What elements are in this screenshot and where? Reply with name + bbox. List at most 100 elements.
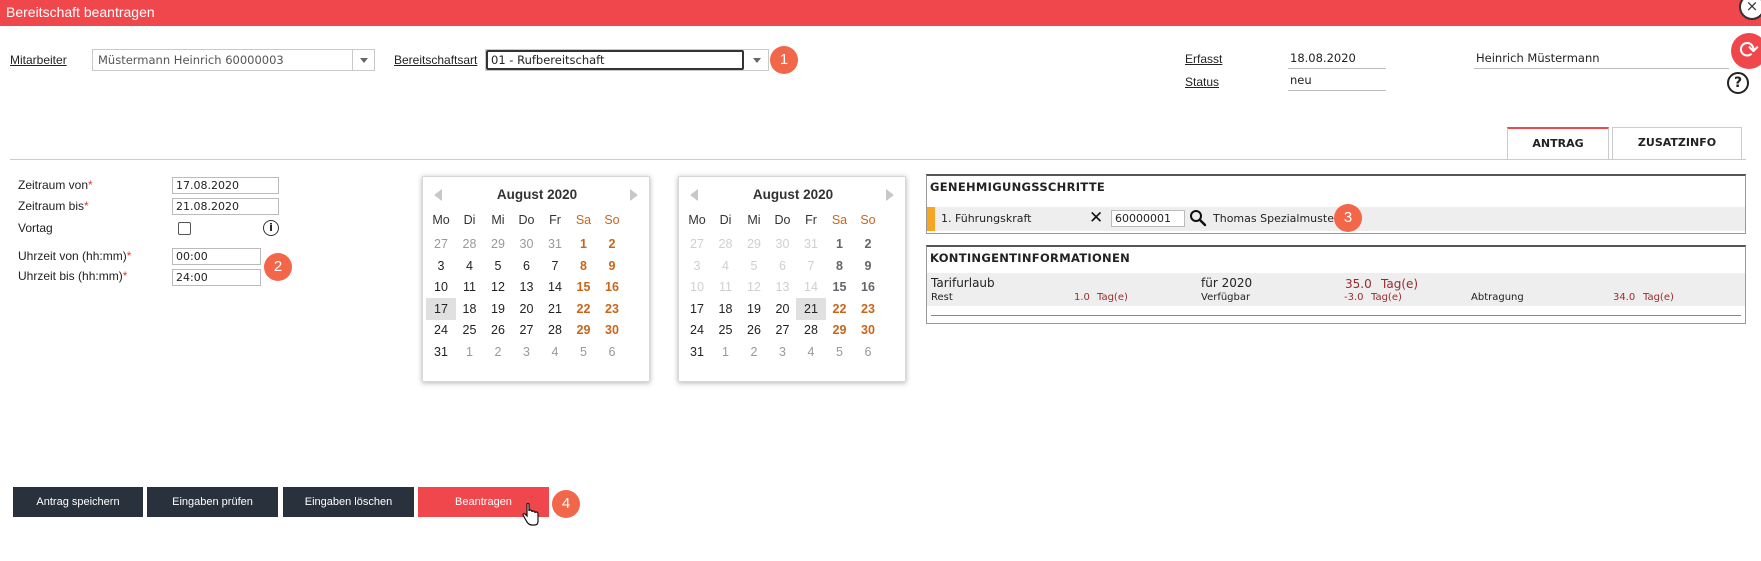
info-icon[interactable]: i <box>263 220 279 236</box>
calendar-day[interactable]: 6 <box>768 255 798 277</box>
clear-button[interactable]: Eingaben löschen <box>283 487 414 517</box>
calendar-day[interactable]: 12 <box>483 276 513 298</box>
refresh-icon[interactable]: ⟳ <box>1731 33 1761 69</box>
calendar-day[interactable]: 1 <box>569 233 599 255</box>
calendar-day[interactable]: 7 <box>540 255 570 277</box>
calendar-day[interactable]: 12 <box>739 276 769 298</box>
calendar-day[interactable]: 25 <box>455 319 485 341</box>
calendar-day[interactable]: 13 <box>768 276 798 298</box>
calendar-day[interactable]: 27 <box>512 319 542 341</box>
calendar-day[interactable]: 4 <box>796 341 826 363</box>
calendar-day[interactable]: 1 <box>825 233 855 255</box>
tab-antrag[interactable]: ANTRAG <box>1507 127 1609 159</box>
calendar-day[interactable]: 27 <box>682 233 712 255</box>
calendar-day[interactable]: 10 <box>426 276 456 298</box>
calendar-day[interactable]: 31 <box>426 341 456 363</box>
calendar-day[interactable]: 2 <box>739 341 769 363</box>
clear-icon[interactable]: ✕ <box>1089 208 1103 228</box>
calendar-day[interactable]: 26 <box>739 319 769 341</box>
calendar-day[interactable]: 10 <box>682 276 712 298</box>
help-icon[interactable]: ? <box>1727 72 1749 94</box>
calendar-day[interactable]: 6 <box>512 255 542 277</box>
calendar-day[interactable]: 21 <box>540 298 570 320</box>
calendar-day[interactable]: 25 <box>711 319 741 341</box>
calendar-day[interactable]: 23 <box>597 298 627 320</box>
uhrzeit-von-input[interactable]: 00:00 <box>172 248 261 265</box>
calendar-day[interactable]: 1 <box>711 341 741 363</box>
save-button[interactable]: Antrag speichern <box>13 487 143 517</box>
mitarbeiter-select[interactable]: Müstermann Heinrich 60000003 <box>92 49 375 71</box>
calendar-day[interactable]: 7 <box>796 255 826 277</box>
calendar-day[interactable]: 14 <box>540 276 570 298</box>
calendar-day[interactable]: 3 <box>426 255 456 277</box>
calendar-day[interactable]: 29 <box>483 233 513 255</box>
calendar-day[interactable]: 22 <box>825 298 855 320</box>
vortag-checkbox[interactable] <box>178 222 191 235</box>
calendar-day[interactable]: 2 <box>483 341 513 363</box>
calendar-day[interactable]: 29 <box>739 233 769 255</box>
calendar-day[interactable]: 4 <box>455 255 485 277</box>
search-icon[interactable] <box>1189 209 1207 227</box>
calendar-day[interactable]: 6 <box>597 341 627 363</box>
calendar-day[interactable]: 18 <box>711 298 741 320</box>
calendar-day[interactable]: 13 <box>512 276 542 298</box>
calendar-day[interactable]: 20 <box>512 298 542 320</box>
calendar-day[interactable]: 2 <box>597 233 627 255</box>
calendar-day[interactable]: 9 <box>853 255 883 277</box>
calendar-day[interactable]: 23 <box>853 298 883 320</box>
calendar-day[interactable]: 11 <box>455 276 485 298</box>
calendar-day[interactable]: 24 <box>426 319 456 341</box>
next-month-icon[interactable] <box>886 189 894 201</box>
calendar-day[interactable]: 14 <box>796 276 826 298</box>
calendar-day[interactable]: 6 <box>853 341 883 363</box>
calendar-day[interactable]: 31 <box>540 233 570 255</box>
calendar-day[interactable]: 11 <box>711 276 741 298</box>
calendar-day[interactable]: 8 <box>569 255 599 277</box>
calendar-day[interactable]: 28 <box>711 233 741 255</box>
calendar-day[interactable]: 3 <box>768 341 798 363</box>
calendar-day[interactable]: 19 <box>483 298 513 320</box>
calendar-day[interactable]: 21 <box>796 297 826 320</box>
approver-id-input[interactable]: 60000001 <box>1111 210 1185 227</box>
calendar-day[interactable]: 4 <box>711 255 741 277</box>
calendar-day[interactable]: 29 <box>825 319 855 341</box>
calendar-day[interactable]: 17 <box>682 298 712 320</box>
calendar-day[interactable]: 16 <box>853 276 883 298</box>
calendar-day[interactable]: 5 <box>569 341 599 363</box>
calendar-day[interactable]: 30 <box>768 233 798 255</box>
calendar-day[interactable]: 28 <box>540 319 570 341</box>
calendar-day[interactable]: 28 <box>796 319 826 341</box>
calendar-day[interactable]: 30 <box>512 233 542 255</box>
calendar-day[interactable]: 31 <box>682 341 712 363</box>
calendar-day[interactable]: 31 <box>796 233 826 255</box>
calendar-day[interactable]: 22 <box>569 298 599 320</box>
calendar-day[interactable]: 1 <box>455 341 485 363</box>
calendar-day[interactable]: 15 <box>825 276 855 298</box>
calendar-day[interactable]: 4 <box>540 341 570 363</box>
calendar-day[interactable]: 5 <box>739 255 769 277</box>
calendar-day[interactable]: 19 <box>739 298 769 320</box>
zeitraum-bis-input[interactable]: 21.08.2020 <box>172 198 279 215</box>
calendar-day[interactable]: 9 <box>597 255 627 277</box>
calendar-day[interactable]: 27 <box>768 319 798 341</box>
calendar-day[interactable]: 26 <box>483 319 513 341</box>
calendar-day[interactable]: 27 <box>426 233 456 255</box>
calendar-day[interactable]: 5 <box>825 341 855 363</box>
calendar-day[interactable]: 20 <box>768 298 798 320</box>
calendar-day[interactable]: 30 <box>597 319 627 341</box>
calendar-day[interactable]: 24 <box>682 319 712 341</box>
tab-zusatzinfo[interactable]: ZUSATZINFO <box>1612 127 1742 159</box>
calendar-day[interactable]: 17 <box>426 297 456 320</box>
zeitraum-von-input[interactable]: 17.08.2020 <box>172 177 279 194</box>
calendar-day[interactable]: 15 <box>569 276 599 298</box>
calendar-day[interactable]: 30 <box>853 319 883 341</box>
calendar-day[interactable]: 5 <box>483 255 513 277</box>
chevron-down-icon[interactable] <box>746 50 768 70</box>
uhrzeit-bis-input[interactable]: 24:00 <box>172 269 261 286</box>
check-button[interactable]: Eingaben prüfen <box>147 487 278 517</box>
next-month-icon[interactable] <box>630 189 638 201</box>
chevron-down-icon[interactable] <box>352 50 374 70</box>
bereitschaftsart-select[interactable]: 01 - Rufbereitschaft <box>485 49 769 71</box>
calendar-day[interactable]: 3 <box>682 255 712 277</box>
calendar-day[interactable]: 29 <box>569 319 599 341</box>
